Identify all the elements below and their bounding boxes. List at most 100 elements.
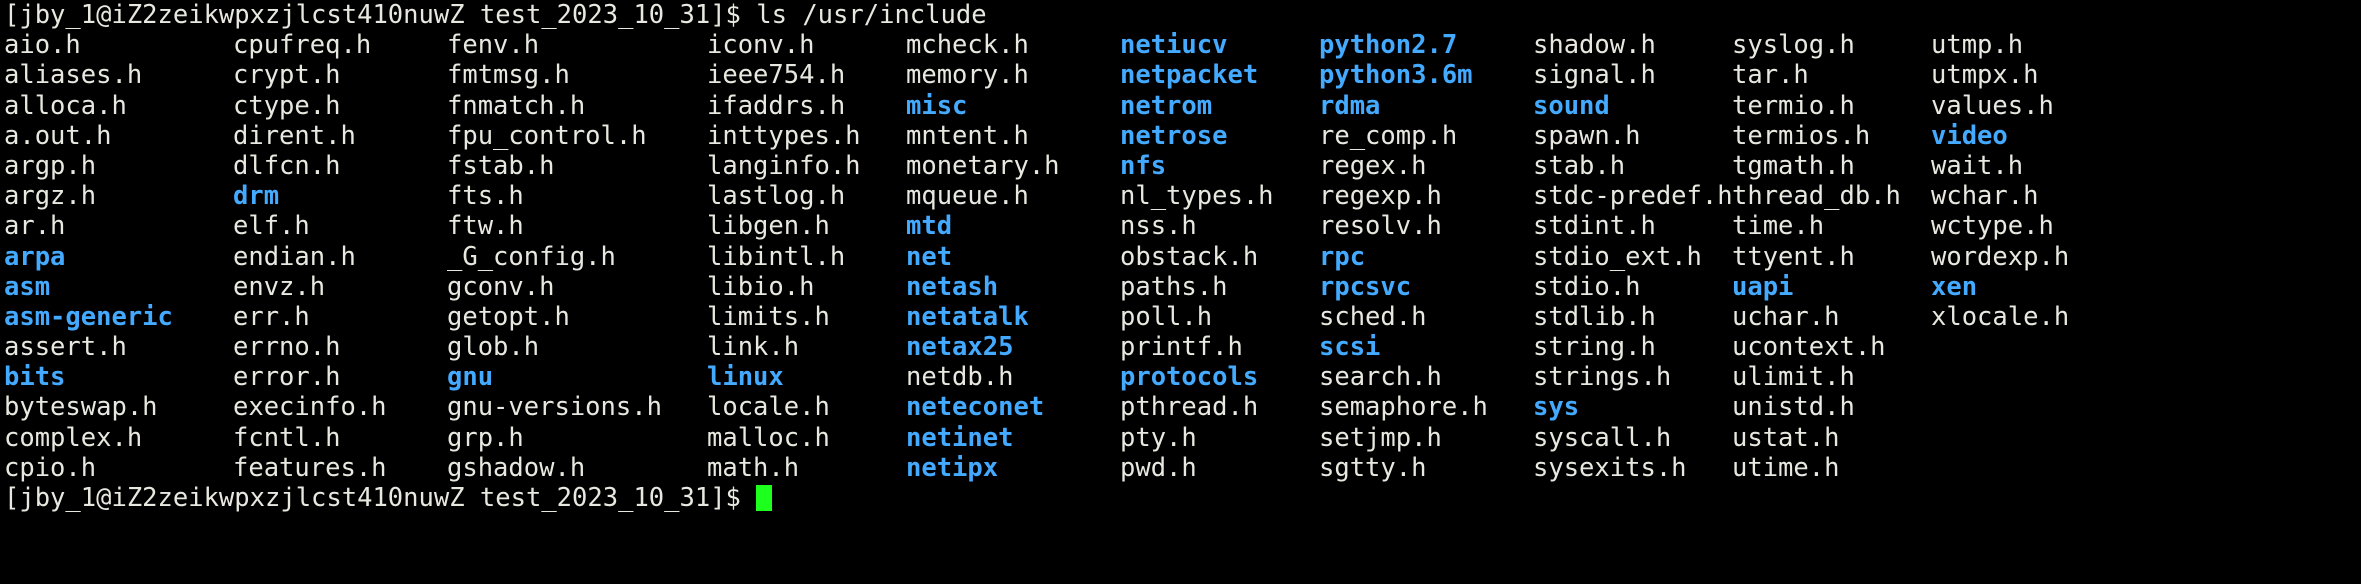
listing-directory: sys	[1533, 392, 1580, 423]
listing-directory: python2.7	[1319, 30, 1458, 61]
listing-file: poll.h	[1120, 301, 1213, 332]
listing-file: wctype.h	[1931, 211, 2054, 242]
listing-file: xlocale.h	[1931, 301, 2070, 332]
listing-file: paths.h	[1120, 271, 1228, 302]
listing-file: values.h	[1931, 90, 2054, 121]
listing-file: thread_db.h	[1732, 181, 1901, 212]
listing-file: a.out.h	[4, 120, 112, 151]
listing-file: inttypes.h	[707, 120, 861, 151]
listing-directory: net	[906, 241, 953, 272]
listing-file: utime.h	[1732, 452, 1840, 483]
listing-row: a.out.h dirent.h fpu_control.h inttypes.h mn…	[0, 121, 2361, 151]
listing-file: syscall.h	[1533, 422, 1672, 453]
listing-row: alloca.h ctype.h fnmatch.h ifaddrs.h misc net…	[0, 91, 2361, 121]
listing-file: strings.h	[1533, 362, 1672, 393]
listing-file: ifaddrs.h	[707, 90, 846, 121]
listing-file: ctype.h	[233, 90, 341, 121]
directory-listing: aio.h cpufreq.h fenv.h iconv.h mcheck.h netiu…	[0, 30, 2361, 483]
listing-directory: netash	[906, 271, 999, 302]
listing-file: gconv.h	[447, 271, 555, 302]
listing-file	[1931, 392, 2145, 422]
listing-file: byteswap.h	[4, 392, 158, 423]
listing-directory: rdma	[1319, 90, 1381, 121]
listing-file: stdio_ext.h	[1533, 241, 1702, 272]
listing-directory: mtd	[906, 211, 953, 242]
listing-row: aliases.h crypt.h fmtmsg.h ieee754.h memory.…	[0, 60, 2361, 90]
listing-directory: neteconet	[906, 392, 1045, 423]
listing-file: features.h	[233, 452, 387, 483]
listing-file: ar.h	[4, 211, 66, 242]
listing-file: netdb.h	[906, 362, 1014, 393]
listing-directory: video	[1931, 120, 2008, 151]
listing-directory: netipx	[906, 452, 999, 483]
listing-file: fts.h	[447, 181, 524, 212]
listing-file: printf.h	[1120, 332, 1243, 363]
listing-directory: python3.6m	[1319, 60, 1473, 91]
command-text-top: ls /usr/include	[740, 0, 987, 30]
listing-file: regex.h	[1319, 150, 1427, 181]
listing-directory: netpacket	[1120, 60, 1259, 91]
listing-file: syslog.h	[1732, 30, 1855, 61]
listing-directory: scsi	[1319, 332, 1381, 363]
listing-file: sched.h	[1319, 301, 1427, 332]
listing-file: utmpx.h	[1931, 60, 2039, 91]
listing-file: stdint.h	[1533, 211, 1656, 242]
listing-file: malloc.h	[707, 422, 830, 453]
listing-directory: linux	[707, 362, 784, 393]
listing-file: ttyent.h	[1732, 241, 1855, 272]
command-prompt-line-top: [jby_1@iZ2zeikwpxzjlcst410nuwZ test_2023…	[0, 0, 2361, 30]
listing-file: ftw.h	[447, 211, 524, 242]
listing-file: ucontext.h	[1732, 332, 1886, 363]
listing-file: regexp.h	[1319, 181, 1442, 212]
listing-row: aio.h cpufreq.h fenv.h iconv.h mcheck.h netiu…	[0, 30, 2361, 60]
terminal-window[interactable]: [jby_1@iZ2zeikwpxzjlcst410nuwZ test_2023…	[0, 0, 2361, 584]
listing-directory: xen	[1931, 271, 1978, 302]
listing-file: limits.h	[707, 301, 830, 332]
listing-file: elf.h	[233, 211, 310, 242]
listing-directory: netatalk	[906, 301, 1029, 332]
listing-file: tgmath.h	[1732, 150, 1855, 181]
listing-file: semaphore.h	[1319, 392, 1488, 423]
listing-file: time.h	[1732, 211, 1825, 242]
listing-file: argp.h	[4, 150, 97, 181]
listing-file: aliases.h	[4, 60, 143, 91]
listing-file: monetary.h	[906, 150, 1060, 181]
listing-file: nss.h	[1120, 211, 1197, 242]
listing-directory: arpa	[4, 241, 66, 272]
listing-file: pthread.h	[1120, 392, 1259, 423]
listing-file: signal.h	[1533, 60, 1656, 91]
command-prompt-line-bottom[interactable]: [jby_1@iZ2zeikwpxzjlcst410nuwZ test_2023…	[0, 483, 2361, 513]
text-cursor	[756, 485, 772, 512]
listing-directory: gnu	[447, 362, 494, 393]
listing-file: err.h	[233, 301, 310, 332]
listing-directory: bits	[4, 362, 66, 393]
listing-row: byteswap.h execinfo.h gnu-versions.h locale…	[0, 392, 2361, 422]
listing-row: bits error.h gnu linux netdb.h protocols searc…	[0, 362, 2361, 392]
listing-file: alloca.h	[4, 90, 127, 121]
listing-file: wait.h	[1931, 150, 2024, 181]
listing-file: dirent.h	[233, 120, 356, 151]
listing-file: wchar.h	[1931, 181, 2039, 212]
listing-row: asm envz.h gconv.h libio.h netash paths.h rpcs…	[0, 272, 2361, 302]
listing-row: ar.h elf.h ftw.h libgen.h mtd nss.h resolv.h st…	[0, 211, 2361, 241]
listing-file: mntent.h	[906, 120, 1029, 151]
listing-file: shadow.h	[1533, 30, 1656, 61]
listing-file: crypt.h	[233, 60, 341, 91]
listing-directory: sound	[1533, 90, 1610, 121]
listing-file: fenv.h	[447, 30, 540, 61]
listing-file: link.h	[707, 332, 800, 363]
listing-file: tar.h	[1732, 60, 1809, 91]
listing-directory: protocols	[1120, 362, 1259, 393]
listing-file	[1931, 453, 2145, 483]
listing-file: aio.h	[4, 30, 81, 61]
listing-file: stdlib.h	[1533, 301, 1656, 332]
listing-file: cpio.h	[4, 452, 97, 483]
listing-file: re_comp.h	[1319, 120, 1458, 151]
listing-file: math.h	[707, 452, 800, 483]
listing-file: locale.h	[707, 392, 830, 423]
listing-directory: asm	[4, 271, 51, 302]
listing-file: fpu_control.h	[447, 120, 647, 151]
listing-file: termio.h	[1732, 90, 1855, 121]
listing-file	[1931, 362, 2145, 392]
listing-file: string.h	[1533, 332, 1656, 363]
